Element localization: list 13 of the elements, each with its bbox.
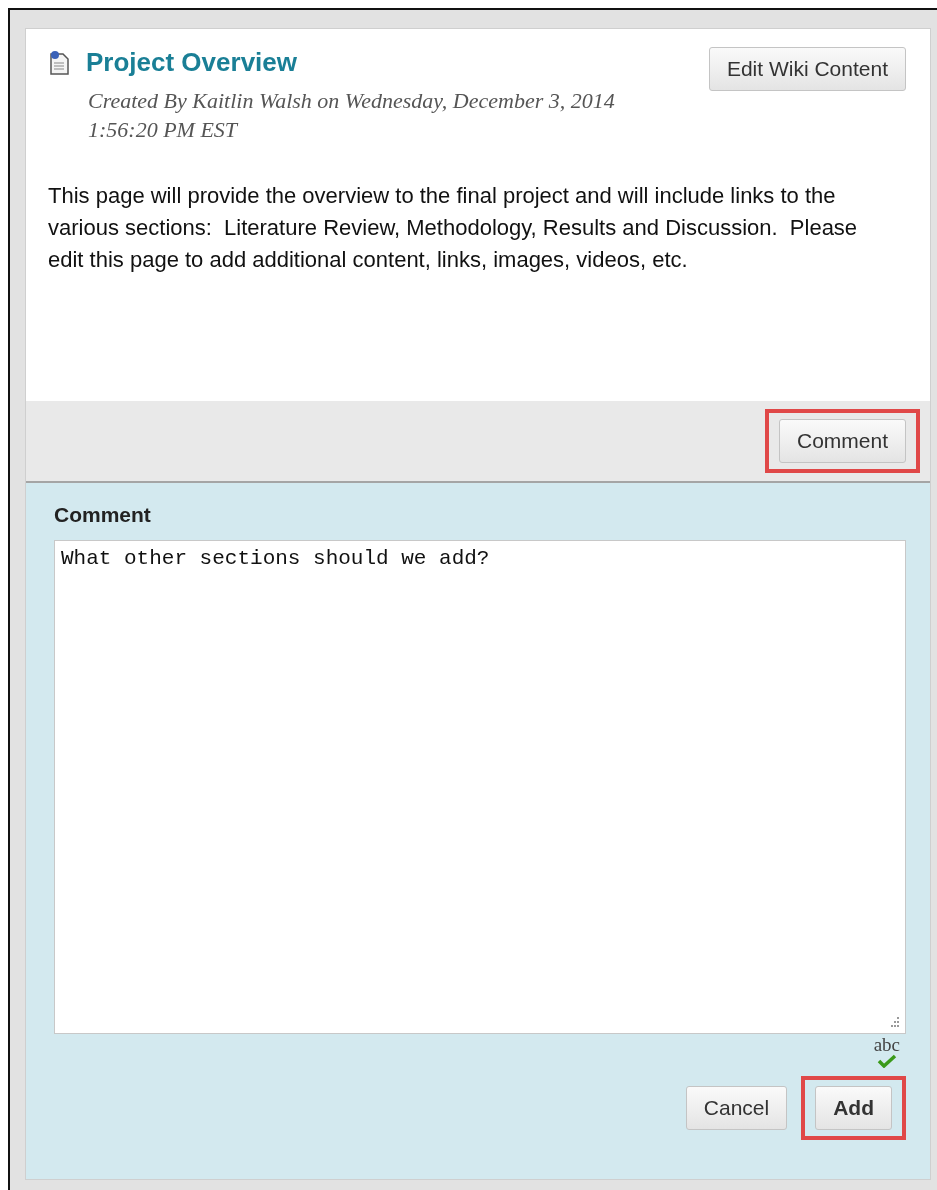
button[interactable]: Comment	[778, 419, 906, 463]
button[interactable]: Cancel	[685, 1086, 788, 1130]
spellcheck-label[interactable]: abc	[873, 1036, 900, 1054]
button[interactable]: Add	[815, 1086, 892, 1130]
resize-grip-icon	[888, 1016, 900, 1028]
check-icon	[876, 1054, 897, 1068]
page-body: This page will provide the overview to the final project and will include links to the various sections: Literature Review, Methodology, Results and Discussion. Please edit this page to add additional content, links, images, videos, etc.	[48, 182, 859, 274]
created-info: Created By Kaitlin Walsh on Wednesday, December 3, 2014 1:56:20 PM EST	[88, 87, 616, 144]
comment-label: Comment	[54, 503, 152, 527]
page-icon	[48, 49, 72, 76]
comment-field[interactable]: What other sections should we add?	[54, 540, 906, 1034]
page-title: Project Overview	[86, 47, 297, 78]
edit-button[interactable]: Edit Wiki Content	[708, 47, 906, 91]
